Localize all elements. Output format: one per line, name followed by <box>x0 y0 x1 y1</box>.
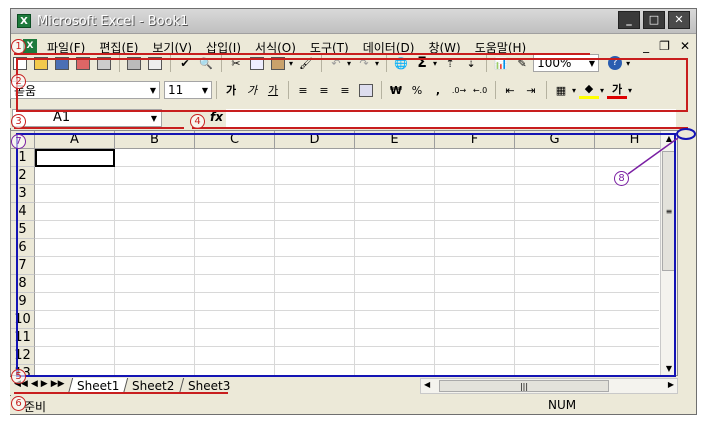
name-box-value: A1 <box>53 110 71 125</box>
annotation-4-marker: 4 <box>190 114 205 129</box>
num-lock-indicator: NUM <box>548 398 577 412</box>
window-title: Microsoft Excel - Book1 <box>37 14 189 29</box>
next-sheet-icon[interactable]: ▶ <box>41 379 48 389</box>
status-text: 준비 <box>24 400 47 414</box>
annotation-8-pointer <box>627 128 696 175</box>
prev-sheet-icon[interactable]: ◀ <box>31 379 38 389</box>
annotation-2-marker: 2 <box>11 74 26 89</box>
annotation-1-underline <box>14 53 590 55</box>
insert-function-icon[interactable]: fx <box>210 110 223 124</box>
doc-close-button[interactable]: ✕ <box>680 39 690 53</box>
annotation-2-box <box>16 58 688 112</box>
title-bar[interactable]: X Microsoft Excel - Book1 _ □ ✕ <box>11 9 696 34</box>
fx-label: fx <box>210 110 223 124</box>
annotation-3-underline <box>14 127 184 129</box>
annotation-5-underline <box>14 392 228 394</box>
annotation-6-marker: 6 <box>11 396 26 411</box>
close-button[interactable]: ✕ <box>668 11 690 29</box>
horizontal-scroll-thumb[interactable]: ||| <box>439 380 609 392</box>
annotation-1-marker: 1 <box>11 39 26 54</box>
annotation-7-marker: 7 <box>11 134 26 149</box>
scroll-right-icon[interactable]: ▶ <box>668 380 674 389</box>
status-bar: 준비 NUM <box>10 396 678 414</box>
annotation-3-marker: 3 <box>11 114 26 129</box>
annotation-7-box <box>16 133 676 377</box>
excel-icon: X <box>17 14 31 28</box>
annotation-5-marker: 5 <box>11 369 26 384</box>
scroll-left-icon[interactable]: ◀ <box>424 380 430 389</box>
doc-restore-button[interactable]: ❐ <box>659 39 670 53</box>
last-sheet-icon[interactable]: ▶▶ <box>51 379 65 389</box>
annotation-4-underline <box>192 127 688 129</box>
maximize-button[interactable]: □ <box>643 11 665 29</box>
minimize-button[interactable]: _ <box>618 11 640 29</box>
horizontal-scrollbar[interactable]: ◀ ||| ▶ <box>420 378 678 394</box>
doc-minimize-button[interactable]: _ <box>643 39 649 53</box>
